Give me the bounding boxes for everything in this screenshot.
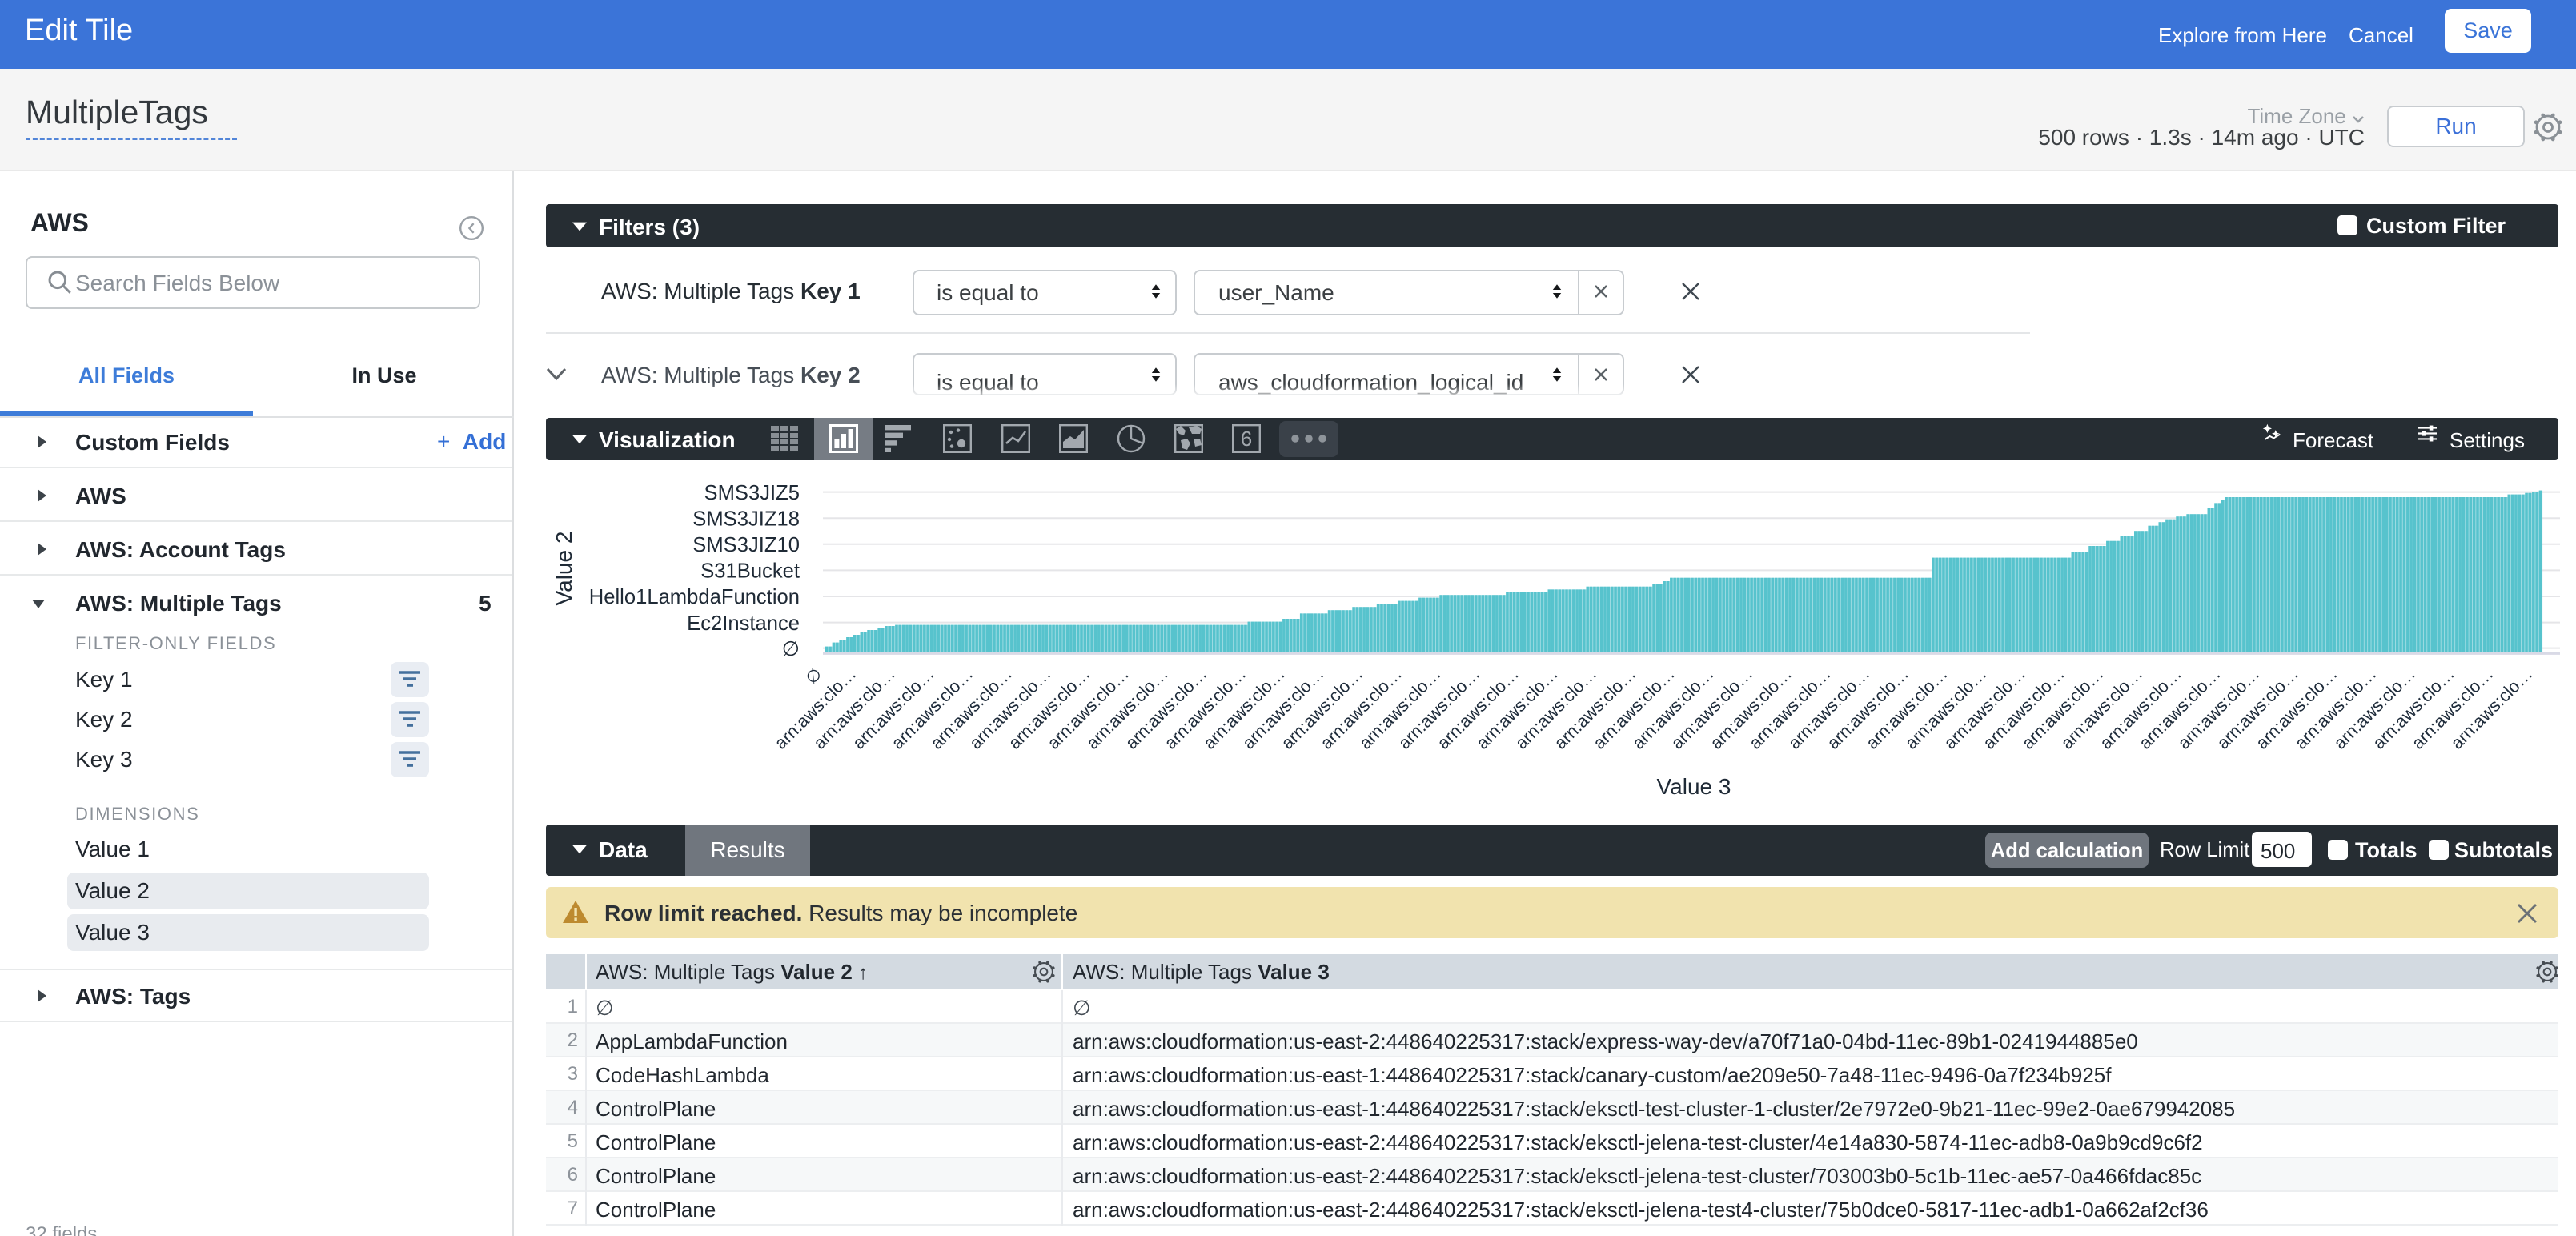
svg-text:Value 2: Value 2 <box>552 532 576 606</box>
svg-text:∅: ∅ <box>802 664 825 688</box>
svg-text:Ec2Instance: Ec2Instance <box>687 612 800 635</box>
svg-text:SMS3JIZ18: SMS3JIZ18 <box>692 508 800 530</box>
svg-text:S31Bucket: S31Bucket <box>700 560 800 583</box>
svg-text:Value 3: Value 3 <box>1657 774 1731 799</box>
svg-text:Hello1LambdaFunction: Hello1LambdaFunction <box>589 586 800 608</box>
svg-text:6: 6 <box>1241 427 1252 451</box>
svg-text:SMS3JIZ10: SMS3JIZ10 <box>692 534 800 556</box>
svg-text:SMS3JIZ5: SMS3JIZ5 <box>704 482 800 504</box>
svg-text:∅: ∅ <box>782 638 800 660</box>
